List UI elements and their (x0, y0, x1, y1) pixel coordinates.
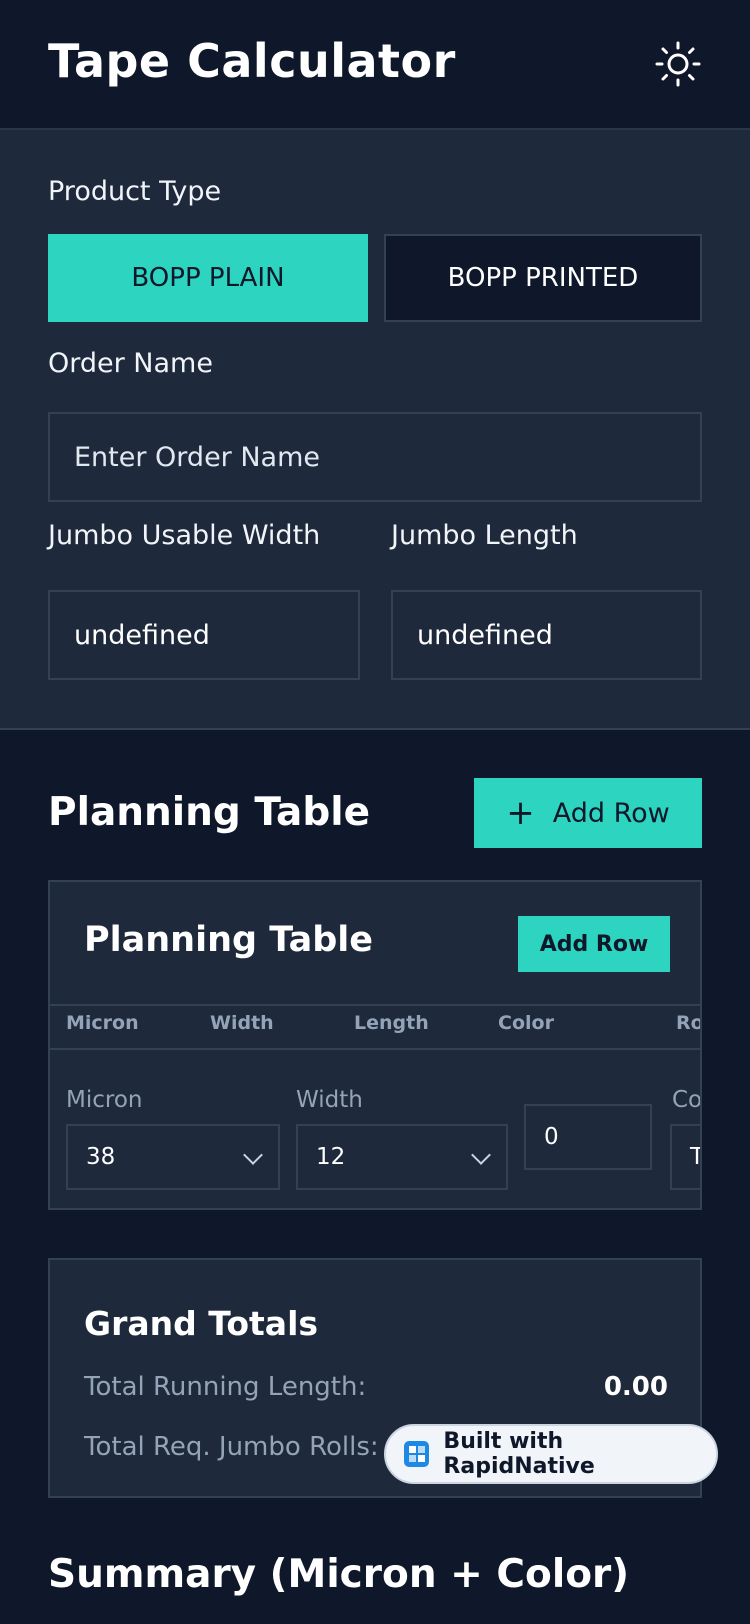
app-header: Tape Calculator (0, 0, 750, 130)
app-title: Tape Calculator (48, 34, 456, 88)
micron-value: 38 (86, 1144, 116, 1170)
planning-table-card: Planning Table Add Row Micron Width Leng… (48, 880, 702, 1210)
width-select[interactable]: 12 (296, 1124, 508, 1190)
chevron-down-icon (471, 1145, 491, 1165)
order-config-panel: Product Type BOPP PLAIN BOPP PRINTED Ord… (0, 130, 750, 730)
width-cell-label: Width (296, 1087, 363, 1113)
plus-icon: + (506, 793, 535, 833)
color-select[interactable]: T (670, 1124, 700, 1190)
planning-section-title: Planning Table (48, 790, 371, 835)
length-value: 0 (544, 1124, 559, 1150)
jumbo-length-label: Jumbo Length (391, 520, 578, 551)
width-value: 12 (316, 1144, 346, 1170)
color-value: T (690, 1144, 700, 1170)
rapidnative-logo-icon (404, 1441, 430, 1467)
sun-icon[interactable] (654, 40, 702, 88)
bopp-printed-button[interactable]: BOPP PRINTED (384, 234, 702, 322)
add-row-label: Add Row (552, 797, 670, 829)
order-name-input[interactable]: Enter Order Name (48, 412, 702, 502)
color-cell-label: Co (672, 1087, 702, 1113)
total-running-length-label: Total Running Length: (84, 1372, 367, 1402)
column-header-length: Length (354, 1012, 429, 1034)
summary-title: Summary (Micron + Color) (48, 1552, 630, 1597)
built-with-badge[interactable]: Built with RapidNative (384, 1424, 718, 1484)
total-jumbo-rolls-label: Total Req. Jumbo Rolls: (84, 1432, 379, 1462)
order-name-label: Order Name (48, 348, 213, 379)
add-row-button[interactable]: + Add Row (474, 778, 702, 848)
planning-card-title: Planning Table (84, 920, 374, 960)
column-header-micron: Micron (66, 1012, 139, 1034)
bopp-plain-button[interactable]: BOPP PLAIN (48, 234, 368, 322)
micron-cell-label: Micron (66, 1087, 143, 1113)
column-header-rolls: Ro (676, 1012, 702, 1034)
jumbo-width-input[interactable]: undefined (48, 590, 360, 680)
column-header-width: Width (210, 1012, 274, 1034)
jumbo-length-input[interactable]: undefined (391, 590, 702, 680)
product-type-label: Product Type (48, 176, 222, 207)
micron-select[interactable]: 38 (66, 1124, 280, 1190)
chevron-down-icon (243, 1145, 263, 1165)
table-header: Micron Width Length Color Ro (50, 1004, 700, 1050)
length-input[interactable]: 0 (524, 1104, 652, 1170)
column-header-color: Color (498, 1012, 554, 1034)
badge-label: Built with RapidNative (443, 1429, 595, 1479)
jumbo-width-label: Jumbo Usable Width (48, 520, 321, 551)
grand-totals-title: Grand Totals (84, 1304, 319, 1343)
total-running-length-value: 0.00 (603, 1372, 668, 1402)
card-add-row-button[interactable]: Add Row (518, 916, 670, 972)
